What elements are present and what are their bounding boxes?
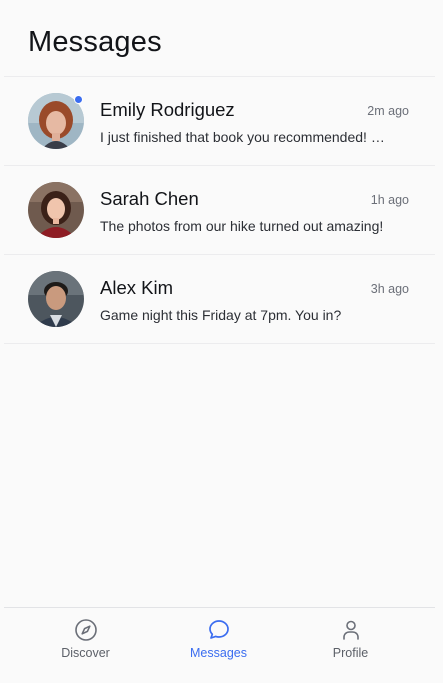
- compass-icon: [74, 619, 97, 641]
- tab-label: Profile: [332, 646, 369, 660]
- conversation-list: Emily Rodriguez 2m ago I just finished t…: [4, 77, 435, 344]
- unread-indicator: [74, 95, 83, 104]
- tab-label: Messages: [190, 646, 247, 660]
- message-preview: Game night this Friday at 7pm. You in?: [100, 307, 342, 323]
- contact-name: Alex Kim: [100, 277, 173, 298]
- conversation-row[interactable]: Sarah Chen 1h ago The photos from our hi…: [4, 166, 435, 255]
- contact-name: Emily Rodriguez: [100, 99, 235, 120]
- conversation-row[interactable]: Emily Rodriguez 2m ago I just finished t…: [4, 77, 435, 166]
- messages-screen: Messages Emily Rodriguez 2m ago I just f…: [0, 0, 443, 683]
- contact-name: Sarah Chen: [100, 188, 199, 209]
- tab-messages[interactable]: Messages: [147, 608, 290, 674]
- chat-bubble-icon: [208, 620, 229, 639]
- message-time: 1h ago: [370, 193, 409, 207]
- tab-label: Discover: [61, 646, 110, 660]
- conversation-row[interactable]: Alex Kim 3h ago Game night this Friday a…: [4, 255, 435, 344]
- page-title: Messages: [28, 26, 162, 58]
- message-preview: I just finished that book you recommende…: [100, 129, 385, 145]
- message-preview: The photos from our hike turned out amaz…: [100, 218, 384, 234]
- message-time: 2m ago: [367, 104, 409, 118]
- avatar: [28, 271, 84, 327]
- bottom-tab-bar: Discover Messages Profile: [4, 607, 435, 683]
- message-time: 3h ago: [370, 282, 409, 296]
- tab-profile[interactable]: Profile: [279, 608, 422, 674]
- avatar-photo: [28, 271, 84, 327]
- tab-discover[interactable]: Discover: [14, 608, 157, 674]
- avatar: [28, 182, 84, 238]
- person-icon: [342, 620, 359, 640]
- avatar-photo: [28, 182, 84, 238]
- header: Messages: [4, 0, 435, 77]
